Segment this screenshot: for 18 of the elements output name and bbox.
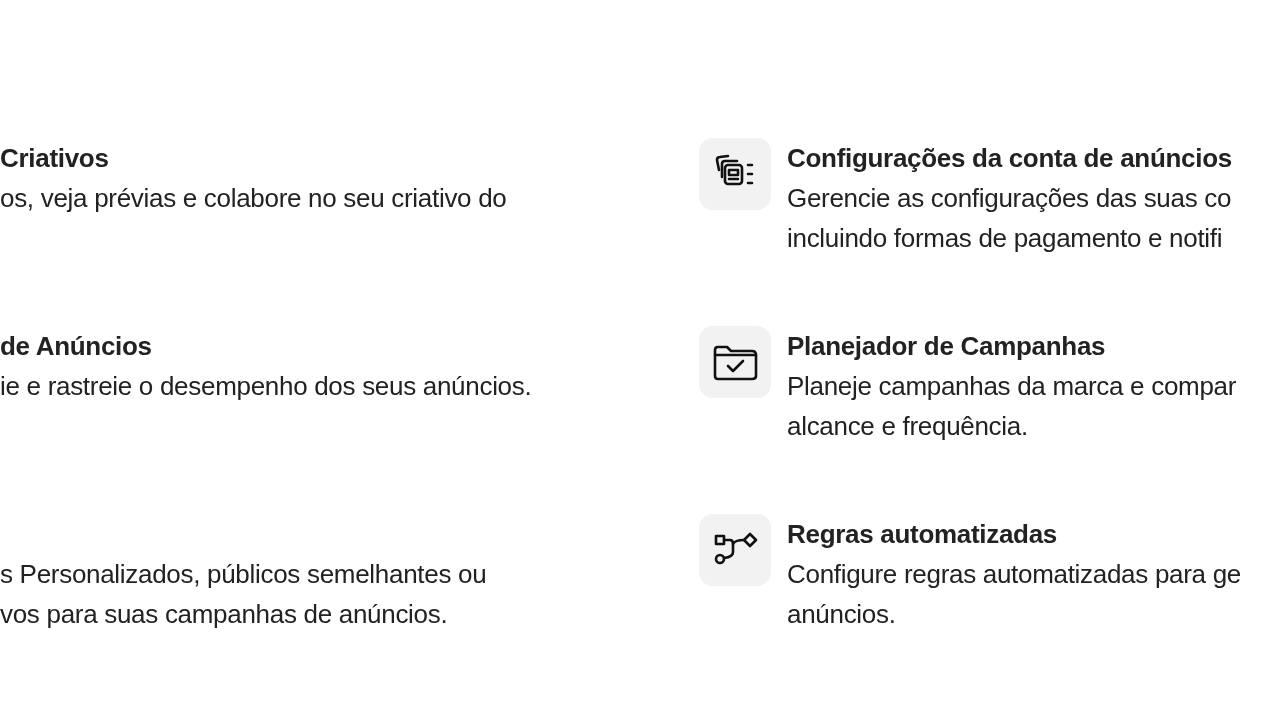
item-title: Configurações da conta de anúncios	[787, 142, 1232, 175]
item-description: Gerencie as configurações das suas co	[787, 182, 1232, 215]
item-description: alcance e frequência.	[787, 410, 1028, 443]
icon-tile[interactable]	[699, 138, 771, 210]
item-title: Regras automatizadas	[787, 518, 1057, 551]
icon-tile[interactable]	[699, 326, 771, 398]
item-title: Planejador de Campanhas	[787, 330, 1106, 363]
item-description: Configure regras automatizadas para ge	[787, 558, 1241, 591]
icon-tile[interactable]	[699, 514, 771, 586]
item-title: Criativos	[0, 142, 109, 175]
item-description: s Personalizados, públicos semelhantes ou	[0, 558, 487, 591]
item-description: ie e rastreie o desempenho dos seus anúncios.	[0, 370, 532, 403]
item-description: anúncios.	[787, 598, 896, 631]
item-description: vos para suas campanhas de anúncios.	[0, 598, 448, 631]
item-title: de Anúncios	[0, 330, 152, 363]
item-description: os, veja prévias e colabore no seu criativo do	[0, 182, 507, 215]
item-description: Planeje campanhas da marca e compar	[787, 370, 1237, 403]
item-description: incluindo formas de pagamento e notifi	[787, 222, 1223, 255]
